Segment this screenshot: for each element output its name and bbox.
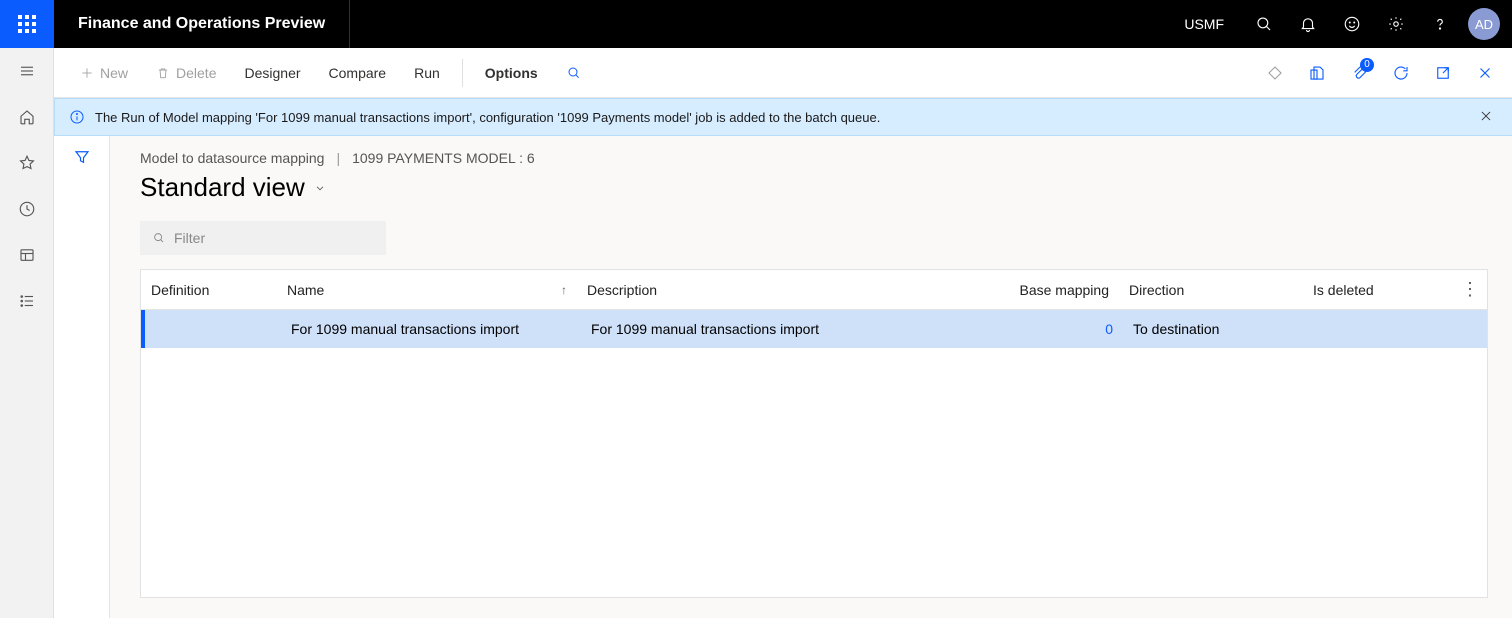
table-row[interactable]: For 1099 manual transactions import For … [141,310,1487,348]
breadcrumb-item-1: Model to datasource mapping [140,150,324,166]
star-icon [18,154,36,172]
action-bar: New Delete Designer Compare Run Options [54,48,1512,98]
help-icon [1431,15,1449,33]
breadcrumb-separator: | [336,150,340,166]
cell-base-mapping: 0 [915,321,1123,337]
user-avatar[interactable]: AD [1468,8,1500,40]
sort-asc-icon: ↑ [561,283,567,297]
grid-header: Definition Name ↑ Description Base mappi… [141,270,1487,310]
info-icon [69,109,85,125]
col-header-name[interactable]: Name ↑ [277,282,577,298]
col-header-name-label: Name [287,282,324,298]
settings-button[interactable] [1374,0,1418,48]
info-banner: The Run of Model mapping 'For 1099 manua… [54,98,1512,136]
cell-description: For 1099 manual transactions import [581,321,915,337]
compare-button[interactable]: Compare [317,59,399,87]
col-header-description[interactable]: Description [577,282,911,298]
office-button[interactable] [1298,54,1336,92]
close-icon [1476,64,1494,82]
action-separator [462,59,463,87]
filter-rail [54,136,110,618]
close-page-button[interactable] [1466,54,1504,92]
new-button[interactable]: New [68,59,140,87]
breadcrumb-item-2: 1099 PAYMENTS MODEL : 6 [352,150,535,166]
company-code[interactable]: USMF [1166,16,1242,32]
options-button[interactable]: Options [473,59,550,87]
action-search-button[interactable] [554,59,594,87]
app-title: Finance and Operations Preview [54,0,350,48]
hamburger-icon [18,62,36,80]
pin-button[interactable] [1256,54,1294,92]
grid-body: For 1099 manual transactions import For … [141,310,1487,597]
plus-icon [80,66,94,80]
designer-label: Designer [244,65,300,81]
col-header-direction[interactable]: Direction [1119,282,1303,298]
grid-more-button[interactable]: ⋮ [1461,279,1479,300]
new-label: New [100,65,128,81]
compare-label: Compare [329,65,387,81]
view-selector[interactable]: Standard view [140,172,1488,203]
close-icon [1479,109,1493,123]
info-message: The Run of Model mapping 'For 1099 manua… [95,110,880,125]
trash-icon [156,66,170,80]
clock-icon [18,200,36,218]
nav-workspaces[interactable] [0,232,54,278]
cell-direction: To destination [1123,321,1307,337]
notifications-button[interactable] [1286,0,1330,48]
app-launcher-button[interactable] [0,0,54,48]
chevron-down-icon [313,181,327,195]
gear-icon [1387,15,1405,33]
delete-button[interactable]: Delete [144,59,228,87]
run-button[interactable]: Run [402,59,452,87]
col-header-base-mapping[interactable]: Base mapping [911,282,1119,298]
refresh-icon [1392,64,1410,82]
attachments-badge: 0 [1360,58,1374,72]
nav-favorites[interactable] [0,140,54,186]
refresh-button[interactable] [1382,54,1420,92]
col-header-is-deleted[interactable]: Is deleted [1303,282,1483,298]
mapping-grid: Definition Name ↑ Description Base mappi… [140,269,1488,598]
filter-box[interactable] [140,221,386,255]
nav-expand-button[interactable] [0,48,54,94]
popout-button[interactable] [1424,54,1462,92]
search-icon [1255,15,1273,33]
filter-input[interactable] [174,230,374,246]
office-icon [1308,64,1326,82]
nav-home[interactable] [0,94,54,140]
smiley-icon [1343,15,1361,33]
designer-button[interactable]: Designer [232,59,312,87]
cell-name: For 1099 manual transactions import [281,321,581,337]
options-label: Options [485,65,538,81]
bell-icon [1299,15,1317,33]
search-icon [152,231,166,245]
feedback-button[interactable] [1330,0,1374,48]
info-close-button[interactable] [1479,109,1503,126]
popout-icon [1434,64,1452,82]
top-header: Finance and Operations Preview USMF AD [0,0,1512,48]
run-label: Run [414,65,440,81]
delete-label: Delete [176,65,216,81]
view-title: Standard view [140,172,305,203]
nav-recent[interactable] [0,186,54,232]
workspace-icon [18,246,36,264]
search-icon [566,65,582,81]
list-icon [18,292,36,310]
funnel-icon[interactable] [73,148,91,166]
help-button[interactable] [1418,0,1462,48]
search-button[interactable] [1242,0,1286,48]
attachments-button[interactable]: 0 [1340,54,1378,92]
waffle-icon [18,15,36,33]
nav-modules[interactable] [0,278,54,324]
diamond-icon [1266,64,1284,82]
home-icon [18,108,36,126]
col-header-definition[interactable]: Definition [141,282,277,298]
breadcrumb: Model to datasource mapping | 1099 PAYME… [140,150,1488,166]
left-navigation-rail [0,48,54,618]
